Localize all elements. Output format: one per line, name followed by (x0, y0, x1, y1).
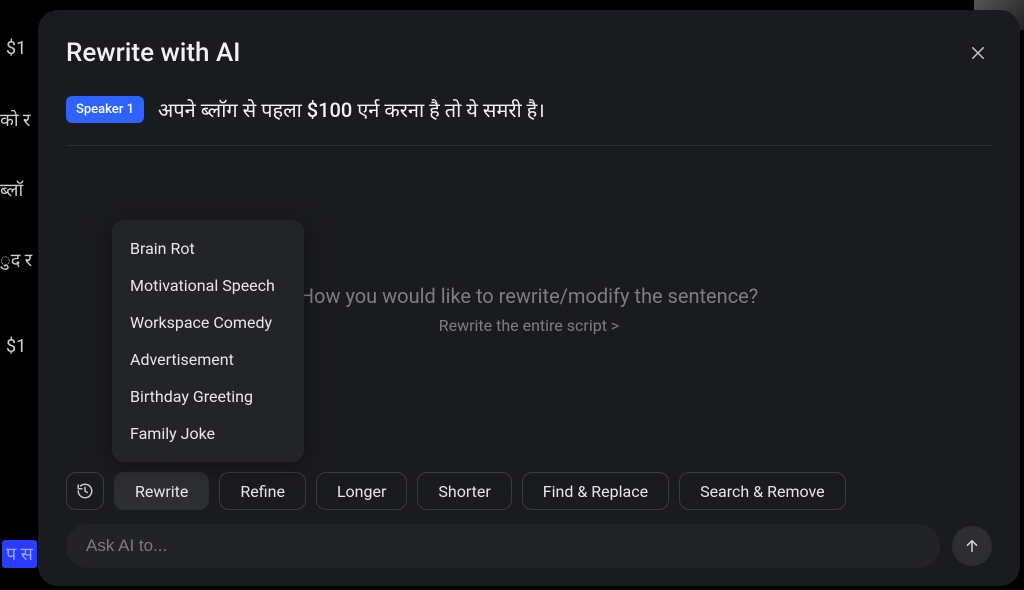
send-button[interactable] (952, 526, 992, 566)
speaker-badge[interactable]: Speaker 1 (66, 96, 144, 123)
ask-ai-input[interactable] (66, 524, 940, 568)
rewrite-entire-script-link[interactable]: Rewrite the entire script > (439, 316, 620, 335)
input-row (66, 524, 992, 568)
find-replace-button[interactable]: Find & Replace (522, 472, 669, 510)
sentence-text: अपने ब्लॉग से पहला $100 एर्न करना है तो … (158, 96, 545, 123)
action-row: Rewrite Refine Longer Shorter Find & Rep… (66, 472, 992, 510)
rewrite-style-dropdown[interactable]: Brain Rot Motivational Speech Workspace … (112, 220, 304, 462)
bg-text: प स (2, 540, 37, 568)
close-icon (969, 44, 987, 62)
dropdown-item-advertisement[interactable]: Advertisement (112, 341, 304, 378)
bg-text: $1 (6, 38, 26, 59)
dropdown-item-workspace-comedy[interactable]: Workspace Comedy (112, 304, 304, 341)
search-remove-button[interactable]: Search & Remove (679, 472, 846, 510)
bg-text: ुद र (0, 248, 32, 272)
rewrite-modal: Rewrite with AI Speaker 1 अपने ब्लॉग से … (38, 10, 1020, 586)
modal-header: Rewrite with AI (66, 38, 992, 68)
refine-button[interactable]: Refine (219, 472, 306, 510)
dropdown-item-family-joke[interactable]: Family Joke (112, 415, 304, 452)
arrow-up-icon (963, 537, 981, 555)
shorter-button[interactable]: Shorter (417, 472, 511, 510)
history-icon (76, 482, 94, 500)
dropdown-item-motivational-speech[interactable]: Motivational Speech (112, 267, 304, 304)
bg-text: $1 (6, 336, 26, 357)
history-button[interactable] (66, 472, 104, 510)
modal-title: Rewrite with AI (66, 38, 241, 68)
center-area: How you would like to rewrite/modify the… (66, 146, 992, 472)
rewrite-button[interactable]: Rewrite (114, 472, 209, 510)
dropdown-item-birthday-greeting[interactable]: Birthday Greeting (112, 378, 304, 415)
close-button[interactable] (964, 39, 992, 67)
rewrite-prompt: How you would like to rewrite/modify the… (300, 284, 758, 308)
dropdown-item-brain-rot[interactable]: Brain Rot (112, 230, 304, 267)
longer-button[interactable]: Longer (316, 472, 407, 510)
bg-text: को र (0, 108, 30, 132)
bg-text: ब्लॉ (0, 178, 23, 202)
speaker-line: Speaker 1 अपने ब्लॉग से पहला $100 एर्न क… (66, 96, 992, 146)
